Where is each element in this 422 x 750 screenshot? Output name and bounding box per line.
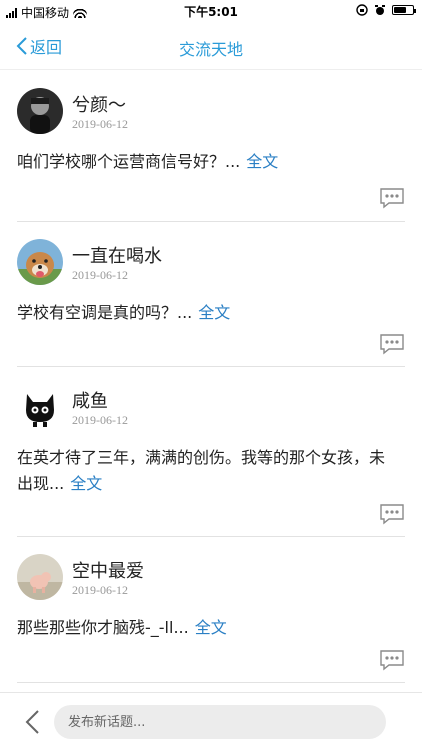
post-date: 2019-06-12 [72,583,128,597]
post-date: 2019-06-12 [72,117,128,131]
full-text-link[interactable]: 全文 [70,474,102,493]
full-text-link[interactable]: 全文 [246,152,278,171]
status-right [356,4,416,16]
post-item[interactable]: 空中最爱 2019-06-12 那些那些你才脑残-_-ll... 全文 [17,537,405,683]
page-title: 交流天地 [178,40,243,59]
post-item[interactable]: 一直在喝水 2019-06-12 学校有空调是真的吗？... 全文 [17,222,405,367]
battery-icon [392,5,416,15]
full-text-link[interactable]: 全文 [195,618,227,637]
comment-icon[interactable] [379,649,405,671]
comment-icon[interactable] [379,503,405,525]
post-item[interactable]: 兮颜～ 2019-06-12 咱们学校哪个运营商信号好？... 全文 [17,71,405,222]
post-header: 空中最爱 2019-06-12 [17,537,405,607]
rotation-lock-icon [356,4,368,16]
avatar[interactable] [17,554,63,600]
post-item[interactable]: 咸鱼 2019-06-12 在英才待了三年，满满的创伤。我等的那个女孩，未出现.… [17,367,405,537]
avatar[interactable] [17,384,63,430]
post-text: 在英才待了三年，满满的创伤。我等的那个女孩，未出现... 全文 [17,437,405,497]
post-excerpt: 学校有空调是真的吗？... [17,303,193,322]
author-name[interactable]: 咸鱼 [72,387,108,413]
author-name[interactable]: 兮颜～ [72,91,126,117]
post-header: 咸鱼 2019-06-12 [17,367,405,437]
full-text-link[interactable]: 全文 [198,303,230,322]
topic-feed: 兮颜～ 2019-06-12 咱们学校哪个运营商信号好？... 全文 一直在喝水 … [0,71,422,691]
comment-icon[interactable] [379,333,405,355]
status-bar: 中国移动 下午5:01 [0,0,422,22]
avatar[interactable] [17,88,63,134]
bottom-bar [0,692,422,750]
nav-bar: 返回 交流天地 [0,22,422,70]
post-header: 一直在喝水 2019-06-12 [17,222,405,292]
avatar[interactable] [17,239,63,285]
post-date: 2019-06-12 [72,413,128,427]
post-text: 那些那些你才脑残-_-ll... 全文 [17,607,405,641]
post-header: 兮颜～ 2019-06-12 [17,71,405,141]
comment-icon[interactable] [379,187,405,209]
author-name[interactable]: 一直在喝水 [72,242,162,268]
post-text: 咱们学校哪个运营商信号好？... 全文 [17,141,405,175]
post-text: 学校有空调是真的吗？... 全文 [17,292,405,326]
author-name[interactable]: 空中最爱 [72,557,144,583]
chevron-left-icon[interactable] [24,709,40,735]
post-date: 2019-06-12 [72,268,128,282]
post-excerpt: 咱们学校哪个运营商信号好？... [17,152,241,171]
new-topic-input[interactable] [54,705,386,739]
alarm-icon [375,5,385,15]
post-excerpt: 那些那些你才脑残-_-ll... [17,618,189,637]
